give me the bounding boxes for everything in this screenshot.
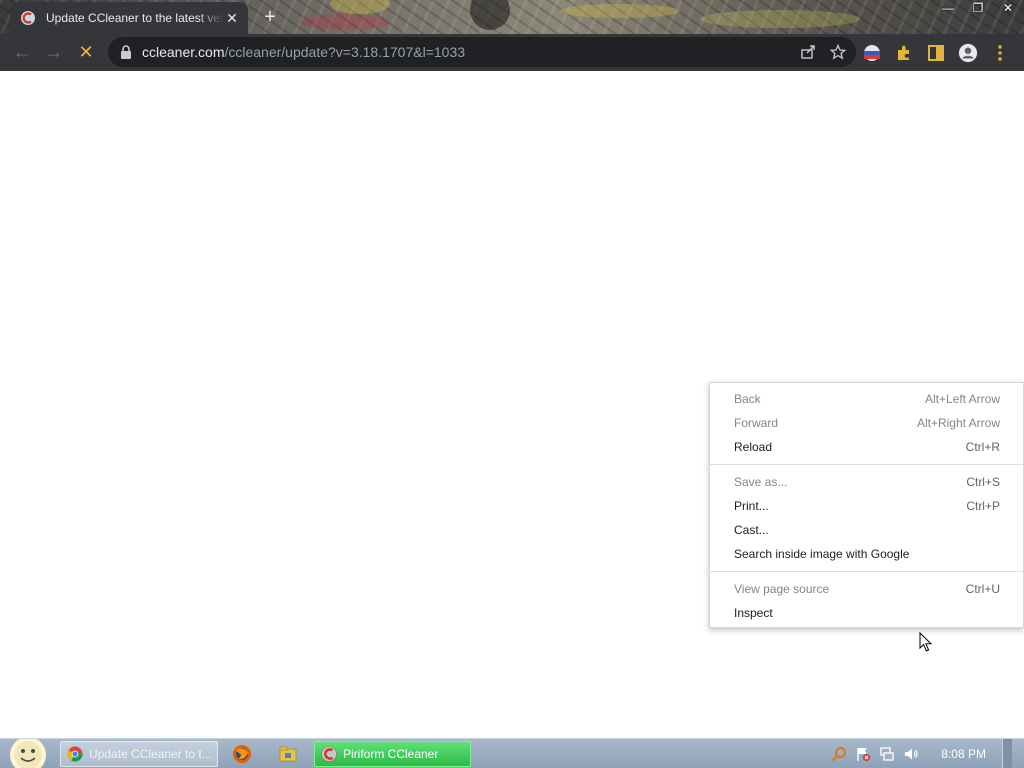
lock-icon[interactable]	[120, 45, 132, 59]
url-path: /ccleaner/update?v=3.18.1707&l=1033	[224, 44, 466, 60]
mouse-cursor-icon	[919, 632, 933, 652]
share-icon[interactable]	[800, 44, 816, 60]
menu-item-label: Forward	[734, 416, 779, 430]
tab-close-icon[interactable]: ✕	[224, 10, 240, 27]
theme-splash	[560, 4, 680, 18]
file-explorer-icon[interactable]	[278, 744, 298, 764]
menu-item-shortcut: Ctrl+R	[965, 440, 1000, 454]
ccleaner-icon	[321, 746, 337, 762]
windows-taskbar: Update CCleaner to t... Piriform CCleane…	[0, 738, 1024, 768]
close-window-button[interactable]: ✕	[1000, 1, 1016, 15]
tab-title: Update CCleaner to the latest version	[46, 11, 224, 25]
menu-item-print[interactable]: Print... Ctrl+P	[710, 494, 1023, 518]
extension-icons	[862, 34, 1010, 71]
menu-item-label: Inspect	[734, 606, 773, 620]
taskbar-chrome-window[interactable]: Update CCleaner to t...	[60, 741, 218, 767]
account-icon[interactable]	[958, 43, 978, 63]
window-controls: — ❐ ✕	[940, 0, 1016, 16]
minimize-button[interactable]: —	[940, 1, 956, 15]
firefox-icon[interactable]	[232, 744, 252, 764]
menu-item-label: Save as...	[734, 475, 788, 489]
menu-item-forward[interactable]: Forward Alt+Right Arrow	[710, 411, 1023, 435]
browser-tab-active[interactable]: Update CCleaner to the latest version ✕	[10, 2, 248, 34]
show-desktop-button[interactable]	[1002, 739, 1012, 768]
taskbar-clock[interactable]: 8:08 PM	[941, 747, 986, 761]
new-tab-button[interactable]: +	[260, 6, 280, 29]
menu-item-shortcut: Alt+Right Arrow	[916, 416, 1000, 430]
address-bar[interactable]: ccleaner.com/ccleaner/update?v=3.18.1707…	[108, 37, 856, 67]
menu-item-label: Reload	[734, 440, 773, 454]
url-host: ccleaner.com	[142, 44, 225, 60]
menu-item-label: Print...	[734, 499, 769, 513]
task-label: Update CCleaner to t...	[89, 747, 212, 761]
action-center-flag-icon[interactable]	[855, 746, 871, 762]
extensions-icon[interactable]	[894, 43, 914, 63]
menu-item-shortcut: Ctrl+P	[966, 499, 1000, 513]
menu-separator	[710, 464, 1023, 465]
menu-item-cast[interactable]: Cast...	[710, 518, 1023, 542]
theme-splash	[300, 14, 390, 30]
menu-item-back[interactable]: Back Alt+Left Arrow	[710, 387, 1023, 411]
network-icon[interactable]	[879, 746, 895, 762]
menu-item-label: Back	[734, 392, 761, 406]
task-label: Piriform CCleaner	[343, 747, 439, 761]
menu-item-shortcut: Alt+Left Arrow	[924, 392, 1000, 406]
restore-button[interactable]: ❐	[970, 1, 986, 15]
context-menu: Back Alt+Left Arrow Forward Alt+Right Ar…	[709, 382, 1024, 628]
omnibox-actions	[800, 37, 846, 67]
menu-item-label: Cast...	[734, 523, 769, 537]
menu-item-label: Search inside image with Google	[734, 547, 910, 561]
chrome-icon	[67, 746, 83, 762]
menu-icon[interactable]	[990, 43, 1010, 63]
stop-loading-button[interactable]: ✕	[70, 37, 102, 69]
volume-icon[interactable]	[903, 746, 919, 762]
theme-splash	[700, 10, 860, 28]
menu-item-reload[interactable]: Reload Ctrl+R	[710, 435, 1023, 459]
menu-separator	[710, 571, 1023, 572]
menu-item-view-source[interactable]: View page source Ctrl+U	[710, 577, 1023, 601]
menu-item-label: View page source	[734, 582, 830, 596]
forward-button[interactable]: →	[38, 37, 70, 69]
side-panel-icon[interactable]	[926, 43, 946, 63]
url-text[interactable]: ccleaner.com/ccleaner/update?v=3.18.1707…	[142, 44, 465, 60]
menu-item-shortcut: Ctrl+S	[966, 475, 1000, 489]
menu-item-save-as[interactable]: Save as... Ctrl+S	[710, 470, 1023, 494]
menu-item-search-image-google[interactable]: Search inside image with Google	[710, 542, 1023, 566]
ccleaner-favicon-icon	[21, 11, 35, 25]
star-icon[interactable]	[830, 44, 846, 60]
profile-flag-icon[interactable]	[862, 43, 882, 63]
system-tray: 8:08 PM	[831, 739, 1012, 768]
menu-item-inspect[interactable]: Inspect	[710, 601, 1023, 625]
menu-item-shortcut: Ctrl+U	[965, 582, 1000, 596]
start-button-icon[interactable]	[8, 739, 48, 768]
back-button[interactable]: ←	[6, 37, 38, 69]
search-magnifier-icon[interactable]	[831, 746, 847, 762]
browser-titlebar: Update CCleaner to the latest version ✕ …	[0, 0, 1024, 34]
taskbar-ccleaner-window[interactable]: Piriform CCleaner	[314, 741, 471, 767]
